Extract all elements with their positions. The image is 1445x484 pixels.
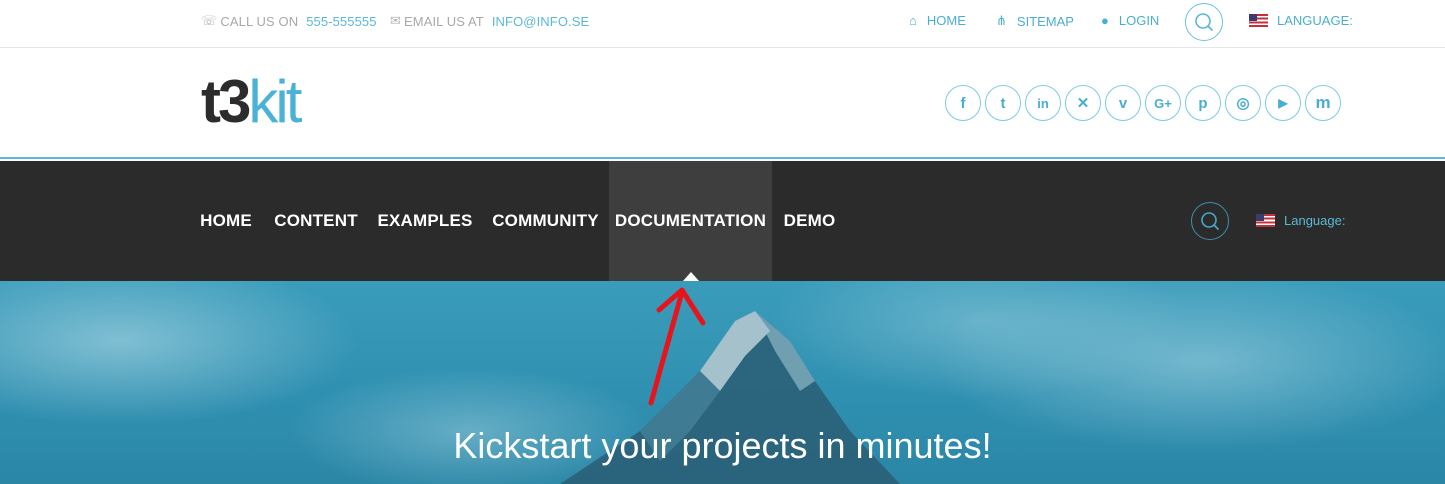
language-label: LANGUAGE: (1277, 13, 1353, 28)
call-us: ☏ CALL US ON 555-555555 (201, 13, 377, 29)
linkedin-icon[interactable]: in (1025, 85, 1061, 121)
top-link-label: LOGIN (1118, 13, 1160, 28)
medium-icon[interactable]: m (1305, 85, 1341, 121)
t3kit-logo[interactable]: t3kit (201, 68, 302, 136)
hero-banner: Kickstart your projects in minutes! (0, 281, 1445, 484)
search-icon (1194, 12, 1213, 31)
nav-item-documentation[interactable]: DOCUMENTATION (609, 161, 772, 281)
top-link-sitemap[interactable]: ⋔ SITEMAP (996, 13, 1074, 29)
envelope-icon: ✉ (390, 13, 401, 28)
nav-item-examples[interactable]: EXAMPLES (368, 161, 482, 281)
email-label: EMAIL US AT (404, 13, 484, 29)
call-label: CALL US ON (220, 13, 299, 29)
sitemap-icon: ⋔ (996, 13, 1007, 28)
nav-item-demo[interactable]: DEMO (772, 161, 847, 281)
top-link-home[interactable]: ⌂ HOME (909, 13, 966, 28)
pinterest-icon[interactable]: p (1185, 85, 1221, 121)
top-link-label: SITEMAP (1016, 13, 1074, 29)
email-us: ✉ EMAIL US AT INFO@INFO.SE (390, 13, 589, 29)
us-flag-icon (1256, 214, 1275, 227)
top-link-label: HOME (926, 13, 966, 28)
language-label: Language: (1284, 213, 1346, 228)
facebook-icon[interactable]: f (945, 85, 981, 121)
site-header: t3kit f t in ✕ v G+ p ◎ ▶ m (0, 48, 1445, 159)
top-bar: ☏ CALL US ON 555-555555 ✉ EMAIL US AT IN… (0, 0, 1445, 48)
top-search-button[interactable] (1185, 3, 1223, 41)
nav-search-button[interactable] (1191, 202, 1229, 240)
nav-item-home[interactable]: HOME (188, 161, 264, 281)
active-nav-caret (683, 272, 699, 281)
phone-icon: ☏ (201, 13, 218, 28)
instagram-icon[interactable]: ◎ (1225, 85, 1261, 121)
home-icon: ⌂ (909, 13, 917, 28)
call-number-link[interactable]: 555-555555 (306, 14, 376, 29)
nav-item-content[interactable]: CONTENT (264, 161, 368, 281)
hero-title: Kickstart your projects in minutes! (453, 425, 992, 466)
top-link-login[interactable]: ● LOGIN (1101, 13, 1159, 28)
twitter-icon[interactable]: t (985, 85, 1021, 121)
us-flag-icon (1249, 14, 1268, 27)
search-icon (1200, 211, 1219, 230)
google-plus-icon[interactable]: G+ (1145, 85, 1181, 121)
email-link[interactable]: INFO@INFO.SE (492, 14, 589, 29)
xing-icon[interactable]: ✕ (1065, 85, 1101, 121)
youtube-icon[interactable]: ▶ (1265, 85, 1301, 121)
top-language-selector[interactable]: LANGUAGE: (1249, 13, 1353, 28)
logo-light-text: kit (248, 68, 302, 135)
nav-language-selector[interactable]: Language: (1256, 213, 1345, 228)
user-icon: ● (1101, 13, 1109, 28)
nav-item-community[interactable]: COMMUNITY (482, 161, 609, 281)
vimeo-icon[interactable]: v (1105, 85, 1141, 121)
logo-dark-text: t3 (201, 68, 251, 135)
